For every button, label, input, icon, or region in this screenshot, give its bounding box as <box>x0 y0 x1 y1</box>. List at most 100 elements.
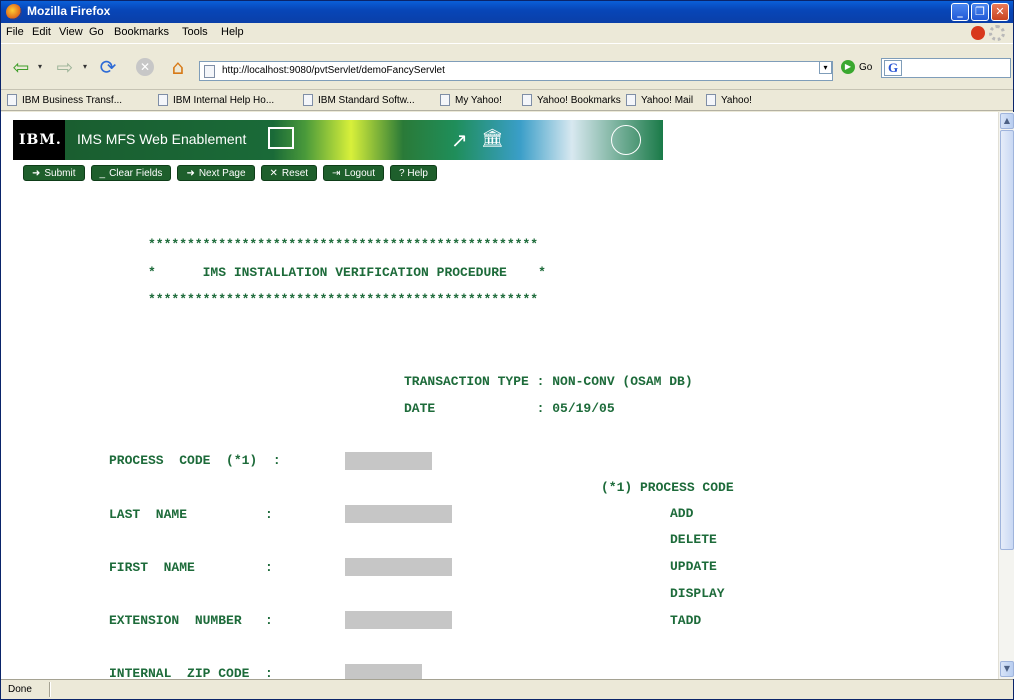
scroll-thumb[interactable] <box>1000 130 1014 550</box>
first-name-input[interactable] <box>345 558 452 576</box>
bookmark-item[interactable]: IBM Internal Help Ho... <box>158 94 274 106</box>
bookmark-label: My Yahoo! <box>455 94 502 106</box>
bookmark-label: Yahoo! Mail <box>641 94 694 106</box>
last-name-input[interactable] <box>345 505 452 523</box>
bookmark-label: IBM Standard Softw... <box>318 94 415 106</box>
title-bar: Mozilla Firefox _ ❐ ✕ <box>1 1 1013 23</box>
browser-window: Mozilla Firefox _ ❐ ✕ File Edit View Go … <box>0 0 1014 700</box>
stop-button[interactable]: ✕ <box>134 56 156 78</box>
ivp-title: * IMS INSTALLATION VERIFICATION PROCEDUR… <box>148 265 546 280</box>
next-label: Next Page <box>198 167 246 179</box>
address-bar[interactable]: http://localhost:9080/pvtServlet/demoFan… <box>199 61 833 81</box>
menu-help[interactable]: Help <box>221 26 244 38</box>
bookmark-item[interactable]: IBM Business Transf... <box>7 94 122 106</box>
reset-icon: ✕ <box>269 167 278 179</box>
clear-fields-button[interactable]: _ Clear Fields <box>90 165 172 181</box>
clear-label: Clear Fields <box>109 167 163 179</box>
search-input[interactable]: G <box>881 58 1011 78</box>
forward-dropdown-icon[interactable]: ▾ <box>83 62 87 71</box>
bookmark-label: Yahoo! Bookmarks <box>537 94 621 106</box>
page-icon <box>440 94 450 106</box>
google-search-icon[interactable]: G <box>884 60 902 76</box>
submit-label: Submit <box>44 167 76 179</box>
maximize-button[interactable]: ❐ <box>971 3 989 21</box>
bookmark-item[interactable]: Yahoo! <box>706 94 752 106</box>
go-label: Go <box>859 61 873 73</box>
page-icon <box>7 94 17 106</box>
menu-view[interactable]: View <box>59 26 83 38</box>
back-button[interactable]: ⇦ <box>7 55 35 79</box>
code-update: UPDATE <box>670 559 717 574</box>
extension-number-label: EXTENSION NUMBER : <box>109 613 273 628</box>
date-line: DATE : 05/19/05 <box>404 401 615 416</box>
internal-zip-code-label: INTERNAL ZIP CODE : <box>109 666 273 679</box>
bank-icon: 🏛 <box>481 128 504 149</box>
scroll-down-icon[interactable]: ▼ <box>1000 661 1014 677</box>
code-delete: DELETE <box>670 532 717 547</box>
page-icon <box>303 94 313 106</box>
internal-zip-code-input[interactable] <box>345 664 422 679</box>
minimize-button[interactable]: _ <box>951 3 969 21</box>
address-dropdown-icon[interactable]: ▾ <box>819 61 832 74</box>
last-name-label: LAST NAME : <box>109 507 273 522</box>
home-icon: ⌂ <box>171 55 185 79</box>
bookmark-item[interactable]: IBM Standard Softw... <box>303 94 415 106</box>
reload-button[interactable]: ⟳ <box>96 55 120 79</box>
menu-bar: File Edit View Go Bookmarks Tools Help <box>1 23 1013 43</box>
stop-indicator-icon <box>971 26 985 40</box>
window-title: Mozilla Firefox <box>27 4 111 18</box>
back-dropdown-icon[interactable]: ▾ <box>38 62 42 71</box>
scroll-up-icon[interactable]: ▲ <box>1000 113 1014 129</box>
reload-icon: ⟳ <box>99 55 117 79</box>
reset-button[interactable]: ✕ Reset <box>260 165 318 181</box>
next-page-button[interactable]: ➜ Next Page <box>177 165 255 181</box>
status-divider <box>49 682 51 697</box>
trend-arrow-icon: ↗ <box>451 128 468 152</box>
page-icon <box>522 94 532 106</box>
submit-button[interactable]: ➜ Submit <box>23 165 85 181</box>
code-tadd: TADD <box>670 613 702 628</box>
home-button[interactable]: ⌂ <box>166 55 190 79</box>
product-title: IMS MFS Web Enablement <box>77 131 247 147</box>
banner-stars-top: ****************************************… <box>148 237 539 252</box>
extension-number-input[interactable] <box>345 611 452 629</box>
bookmark-label: Yahoo! <box>721 94 752 106</box>
stop-icon: ✕ <box>136 58 154 76</box>
submit-icon: ➜ <box>32 167 41 179</box>
logout-icon: ⇥ <box>332 167 341 179</box>
first-name-label: FIRST NAME : <box>109 560 273 575</box>
reset-label: Reset <box>281 167 309 179</box>
menu-edit[interactable]: Edit <box>32 26 51 38</box>
clear-icon: _ <box>99 167 106 179</box>
page-icon <box>706 94 716 106</box>
code-add: ADD <box>670 506 694 521</box>
logout-label: Logout <box>344 167 376 179</box>
menu-file[interactable]: File <box>6 26 24 38</box>
bookmark-item[interactable]: Yahoo! Bookmarks <box>522 94 621 106</box>
clock-icon <box>611 125 641 155</box>
help-label: ? Help <box>399 167 428 179</box>
ibm-logo: IBM. <box>13 120 65 160</box>
cart-icon <box>268 127 294 149</box>
menu-go[interactable]: Go <box>89 26 104 38</box>
transaction-type: TRANSACTION TYPE : NON-CONV (OSAM DB) <box>404 374 693 389</box>
close-button[interactable]: ✕ <box>991 3 1009 21</box>
action-bar: ➜ Submit _ Clear Fields ➜ Next Page ✕ Reset … <box>23 165 437 181</box>
page-icon <box>158 94 168 106</box>
process-code-input[interactable] <box>345 452 432 470</box>
code-display: DISPLAY <box>670 586 725 601</box>
logout-button[interactable]: ⇥ Logout <box>323 165 385 181</box>
vertical-scrollbar[interactable]: ▲ ▼ <box>998 112 1014 679</box>
forward-button[interactable]: ⇨ <box>51 55 79 79</box>
banner-stars-bottom: ****************************************… <box>148 292 539 307</box>
address-input[interactable]: http://localhost:9080/pvtServlet/demoFan… <box>222 65 445 76</box>
go-button[interactable]: ▶ Go <box>841 60 872 74</box>
help-button[interactable]: ? Help <box>390 165 437 181</box>
bookmark-item[interactable]: My Yahoo! <box>440 94 502 106</box>
bookmarks-toolbar: IBM Business Transf... IBM Internal Help… <box>1 89 1013 111</box>
menu-bookmarks[interactable]: Bookmarks <box>114 26 169 38</box>
back-arrow-icon: ⇦ <box>12 55 30 79</box>
forward-arrow-icon: ⇨ <box>56 55 74 79</box>
menu-tools[interactable]: Tools <box>182 26 208 38</box>
bookmark-item[interactable]: Yahoo! Mail <box>626 94 693 106</box>
